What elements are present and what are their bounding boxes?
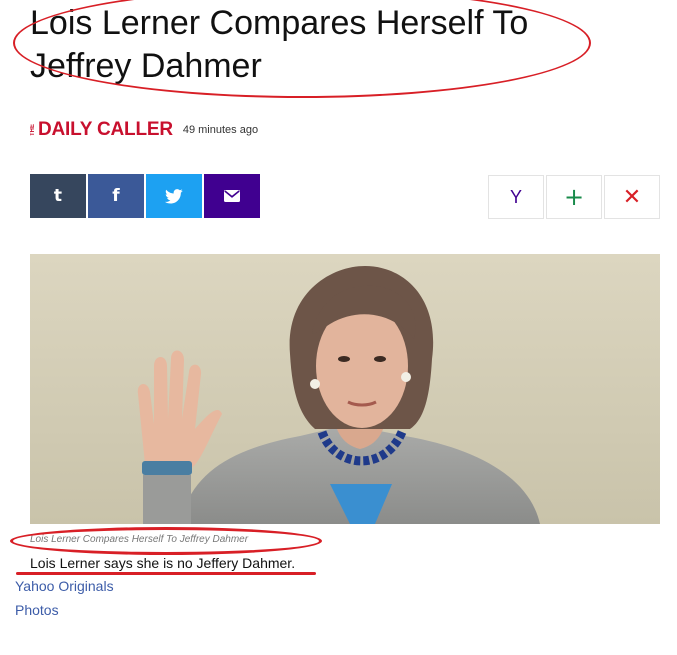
close-icon: ✕ xyxy=(622,184,642,210)
yahoo-button[interactable]: Y xyxy=(488,175,544,219)
share-mail-button[interactable] xyxy=(204,174,260,218)
photos-link[interactable]: Photos xyxy=(15,602,59,618)
facebook-icon: f xyxy=(112,186,120,206)
add-button[interactable]: + xyxy=(546,175,602,219)
byline: THE DAILY CALLER 49 minutes ago xyxy=(30,118,258,142)
share-tumblr-button[interactable]: t xyxy=(30,174,86,218)
yahoo-icon: Y xyxy=(509,186,522,207)
share-facebook-button[interactable]: f xyxy=(88,174,144,218)
article-photo-illustration xyxy=(30,254,660,524)
red-annotation-underline xyxy=(16,572,316,575)
publish-timestamp: 49 minutes ago xyxy=(182,124,259,136)
publisher-logo-prefix: THE xyxy=(30,124,36,136)
share-twitter-button[interactable] xyxy=(146,174,202,218)
source-link[interactable]: Yahoo Originals xyxy=(15,578,114,594)
publisher-logo-text: DAILY CALLER xyxy=(38,119,173,140)
article-headline: Lois Lerner Compares Herself To Jeffrey … xyxy=(30,4,529,85)
daily-caller-logo[interactable]: THE DAILY CALLER xyxy=(30,119,173,141)
article-actions: Y + ✕ xyxy=(488,175,660,219)
tumblr-icon: t xyxy=(53,186,63,206)
plus-icon: + xyxy=(563,183,585,211)
share-bar: t f xyxy=(30,174,260,218)
twitter-icon xyxy=(165,188,183,203)
article-subline: Lois Lerner says she is no Jeffery Dahme… xyxy=(30,555,296,571)
image-caption: Lois Lerner Compares Herself To Jeffrey … xyxy=(30,534,249,545)
close-button[interactable]: ✕ xyxy=(604,175,660,219)
article-photo xyxy=(30,254,660,524)
mail-icon xyxy=(224,190,240,202)
